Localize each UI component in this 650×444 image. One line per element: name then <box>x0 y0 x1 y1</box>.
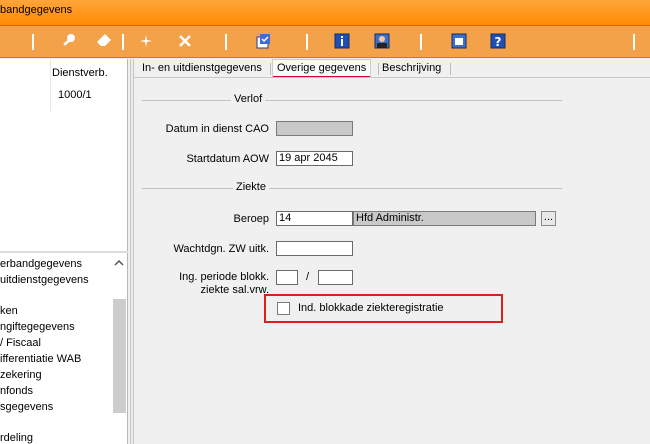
datum-in-dienst-cao-field <box>276 121 353 136</box>
detail-panel: In- en uitdienstgegevens Overige gegeven… <box>134 59 650 444</box>
beroep-label: Beroep <box>233 213 269 225</box>
ing-periode-label: Ing. periode blokk. <box>179 271 269 283</box>
scrollbar-thumb[interactable] <box>113 299 126 413</box>
calendar-icon[interactable] <box>450 32 468 50</box>
nav-item[interactable]: uitdienstgegevens <box>0 273 89 288</box>
nav-item[interactable]: erbandgegevens <box>0 257 82 272</box>
group-divider <box>142 100 562 101</box>
tab-beschrijving[interactable]: Beschrijving <box>382 61 441 78</box>
tab-separator <box>450 63 451 75</box>
tab-in-en-uitdienstgegevens[interactable]: In- en uitdienstgegevens <box>142 61 262 78</box>
ind-blokkade-checkbox[interactable] <box>277 302 290 315</box>
datum-in-dienst-cao-label: Datum in dienst CAO <box>165 123 269 135</box>
info-icon[interactable] <box>333 32 351 50</box>
nav-item[interactable]: sgegevens <box>0 400 53 415</box>
beroep-description-field: Hfd Administr. <box>353 211 536 226</box>
tab-separator <box>270 63 271 75</box>
key-icon[interactable] <box>60 32 78 50</box>
ing-periode-label-line2: ziekte sal.vrw. <box>200 284 269 296</box>
tab-bar: In- en uitdienstgegevens Overige gegeven… <box>134 59 650 78</box>
toolbar-separator <box>306 34 308 50</box>
window-title: bandgegevens <box>0 4 73 16</box>
sparkle-icon[interactable] <box>137 32 155 50</box>
date-separator: / <box>306 271 310 283</box>
nav-item[interactable]: rdeling <box>0 431 33 444</box>
beroep-code-field[interactable]: 14 <box>276 211 353 226</box>
navigation-tree: erbandgegevens uitdienstgegevens ken ngi… <box>0 253 128 444</box>
title-bar: bandgegevens <box>0 0 650 26</box>
nav-item[interactable]: ken <box>0 304 18 319</box>
beroep-lookup-button[interactable]: ... <box>541 211 556 226</box>
person-icon[interactable] <box>373 32 391 50</box>
nav-item[interactable]: ifferentiatie WAB <box>0 352 81 367</box>
startdatum-aow-label: Startdatum AOW <box>186 153 269 165</box>
wachtdgn-field[interactable] <box>276 241 353 256</box>
nav-item[interactable]: ngiftegegevens <box>0 320 75 335</box>
tab-separator <box>378 63 379 75</box>
eraser-icon[interactable] <box>95 32 113 50</box>
svg-text:?: ? <box>495 35 502 49</box>
toolbar-separator <box>633 34 635 50</box>
column-header-dienstverb[interactable]: Dienstverb. <box>52 67 108 79</box>
ing-periode-from-field[interactable] <box>276 270 298 285</box>
toolbar: ? <box>0 26 650 58</box>
group-label: Ziekte <box>233 181 269 193</box>
group-verlof: Verlof <box>142 93 562 107</box>
column-divider <box>50 59 51 111</box>
wachtdgn-label: Wachtdgn. ZW uitk. <box>173 243 269 255</box>
toolbar-separator <box>32 34 34 50</box>
ind-blokkade-label[interactable]: Ind. blokkade ziekteregistratie <box>298 302 444 314</box>
toolbar-separator <box>225 34 227 50</box>
startdatum-aow-field[interactable]: 19 apr 2045 <box>276 151 353 166</box>
tab-label: Overige gegevens <box>277 62 367 74</box>
list-item[interactable]: 1000/1 <box>58 89 92 101</box>
group-ziekte: Ziekte <box>142 181 562 195</box>
tab-baseline <box>134 77 650 78</box>
tab-overige-gegevens[interactable]: Overige gegevens <box>272 59 372 78</box>
help-icon[interactable]: ? <box>489 32 507 50</box>
nav-item[interactable]: zekering <box>0 368 42 383</box>
ing-periode-to-field[interactable] <box>318 270 353 285</box>
chevron-up-icon[interactable] <box>113 257 125 269</box>
nav-item[interactable]: / Fiscaal <box>0 336 41 351</box>
toolbar-separator <box>420 34 422 50</box>
checklist-icon[interactable] <box>254 32 272 50</box>
group-label: Verlof <box>231 93 266 105</box>
nav-item[interactable]: nfonds <box>0 384 33 399</box>
employment-list: Dienstverb. 1000/1 <box>0 59 128 251</box>
tools-icon[interactable] <box>176 32 194 50</box>
group-divider <box>142 188 562 189</box>
toolbar-separator <box>122 34 124 50</box>
